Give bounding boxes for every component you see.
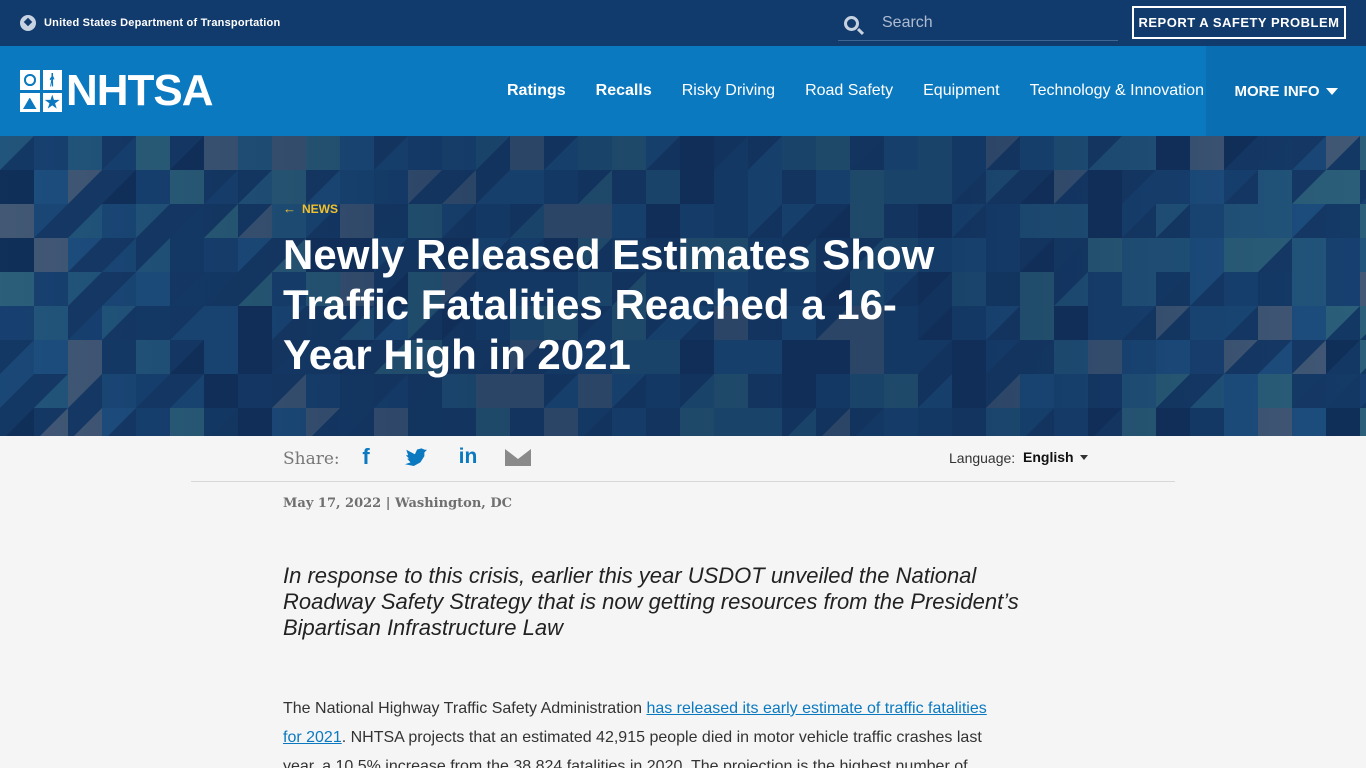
search-box — [838, 6, 1118, 41]
dateline-separator: | — [385, 496, 391, 511]
facebook-icon[interactable]: f — [359, 444, 373, 469]
search-input[interactable] — [882, 12, 1112, 34]
linkedin-icon[interactable]: in — [457, 445, 479, 469]
nav-links: Ratings Recalls Risky Driving Road Safet… — [492, 46, 1219, 136]
language-label: Language: — [949, 450, 1016, 466]
article-subhead: In response to this crisis, earlier this… — [283, 563, 1019, 640]
agency-name[interactable]: United States Department of Transportati… — [44, 17, 280, 29]
nav-link-recalls[interactable]: Recalls — [596, 82, 652, 100]
nhtsa-logo-mark-icon — [20, 70, 62, 112]
gov-banner: United States Department of Transportati… — [0, 0, 1366, 46]
back-link-label: NEWS — [302, 201, 338, 216]
article-body: The National Highway Traffic Safety Admi… — [283, 694, 995, 768]
body-intro: The National Highway Traffic Safety Admi… — [283, 700, 647, 717]
dot-seal-icon — [20, 15, 36, 31]
arrow-left-icon: ← — [283, 201, 296, 216]
share-bar: Share: f in Language: English — [191, 436, 1175, 482]
nav-link-ratings[interactable]: Ratings — [507, 82, 566, 100]
more-info-label: MORE INFO — [1234, 82, 1320, 100]
nav-link-technology-innovation[interactable]: Technology & Innovation — [1030, 82, 1204, 100]
nav-link-risky-driving[interactable]: Risky Driving — [682, 82, 775, 100]
back-to-news-link[interactable]: ← NEWS — [283, 201, 338, 216]
email-icon[interactable] — [505, 445, 531, 469]
logo-wordmark: NHTSA — [66, 66, 214, 115]
dateline: May 17, 2022 | Washington, DC — [283, 496, 512, 511]
main-navigation: NHTSA Ratings Recalls Risky Driving Road… — [0, 46, 1366, 136]
caret-down-icon — [1325, 87, 1338, 95]
page-title: Newly Released Estimates Show Traffic Fa… — [283, 231, 935, 378]
language-value: English — [1023, 449, 1074, 465]
caret-down-icon — [1079, 454, 1088, 460]
report-safety-problem-button[interactable]: REPORT A SAFETY PROBLEM — [1132, 6, 1346, 39]
hero-banner: ← NEWS Newly Released Estimates Show Tra… — [0, 136, 1366, 436]
nhtsa-logo[interactable]: NHTSA — [20, 66, 214, 115]
twitter-icon[interactable] — [403, 445, 429, 469]
share-label: Share: — [283, 449, 340, 469]
language-select[interactable]: English — [1023, 449, 1088, 465]
body-rest: . NHTSA projects that an estimated 42,91… — [283, 729, 982, 768]
more-info-menu[interactable]: MORE INFO — [1206, 46, 1366, 136]
publish-date: May 17, 2022 — [283, 496, 382, 511]
search-icon[interactable] — [844, 16, 859, 31]
nav-link-road-safety[interactable]: Road Safety — [805, 82, 893, 100]
publish-location: Washington, DC — [395, 496, 512, 511]
nav-link-equipment[interactable]: Equipment — [923, 82, 1000, 100]
